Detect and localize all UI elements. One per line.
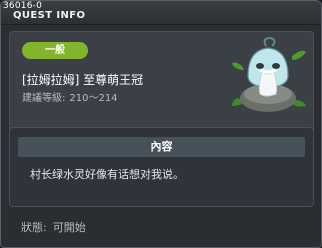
quest-name: [拉姆拉姆] 至尊萌王冠 (22, 73, 144, 87)
window-title: QUEST INFO (13, 10, 86, 21)
content-header: 內容 (18, 137, 305, 157)
npc-portrait-icon (232, 36, 306, 116)
title-bar[interactable]: 36016-0 QUEST INFO (1, 1, 321, 25)
level-range: 210～214 (69, 93, 118, 104)
status-label: 狀態: (21, 221, 47, 234)
quest-info-window: 36016-0 QUEST INFO 一般 [拉姆拉姆] 至尊萌王冠 建議等級:… (0, 0, 322, 248)
quest-category-badge: 一般 (22, 42, 88, 59)
quest-content-panel: 內容 村长绿水灵好像有话想对我说。 (9, 127, 314, 207)
quest-status: 狀態: 可開始 (21, 221, 86, 235)
status-value: 可開始 (52, 221, 86, 234)
content-text: 村长绿水灵好像有话想对我说。 (30, 168, 184, 181)
level-label: 建議等級: (22, 93, 66, 104)
recommended-level: 建議等級: 210～214 (22, 92, 118, 106)
